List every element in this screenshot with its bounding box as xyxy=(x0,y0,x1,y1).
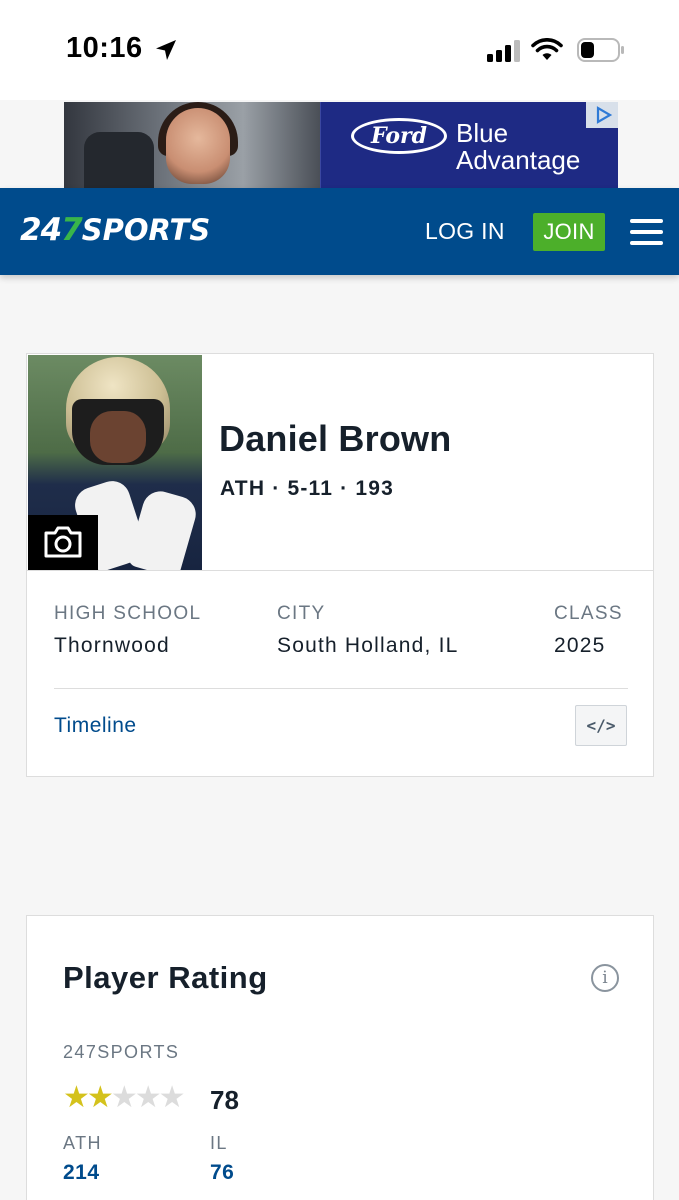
join-button[interactable]: JOIN xyxy=(533,213,605,251)
player-rating-card: Player Rating i 247SPORTS ★★★★★ 78 ATH 2… xyxy=(26,915,654,1200)
divider xyxy=(54,688,628,689)
info-icon[interactable]: i xyxy=(591,964,619,992)
ad-photo xyxy=(64,102,320,188)
login-link[interactable]: LOG IN xyxy=(425,218,505,245)
status-time: 10:16 xyxy=(66,32,143,64)
camera-icon[interactable] xyxy=(28,515,98,571)
ford-logo: Ford xyxy=(351,118,447,154)
cellular-signal-icon xyxy=(487,40,520,62)
star-empty-icon: ★ xyxy=(110,1081,138,1114)
logo-part: 7 xyxy=(61,212,83,248)
battery-icon xyxy=(577,38,624,62)
ad-banner[interactable]: Ford Blue Advantage xyxy=(64,102,618,188)
ad-text-line2: Advantage xyxy=(456,145,581,175)
logo-part: 24 xyxy=(20,212,62,248)
adchoices-icon[interactable] xyxy=(586,102,618,128)
ad-text: Blue Advantage xyxy=(456,120,580,174)
star-filled-icon: ★ xyxy=(86,1081,114,1114)
position-rank-label: ATH xyxy=(63,1133,102,1153)
wifi-icon xyxy=(531,38,563,60)
logo-part: SPORTS xyxy=(81,213,211,247)
city-label: CITY xyxy=(277,603,326,624)
star-rating: ★★★★★ xyxy=(63,1081,186,1114)
status-bar: 10:16 xyxy=(0,0,679,100)
site-header: 247SPORTS LOG IN JOIN xyxy=(0,188,679,275)
rating-score: 78 xyxy=(210,1085,239,1115)
high-school-label: HIGH SCHOOL xyxy=(54,603,202,624)
state-rank-value[interactable]: 76 xyxy=(210,1161,234,1185)
position-rank-value[interactable]: 214 xyxy=(63,1161,100,1185)
star-empty-icon: ★ xyxy=(134,1081,162,1114)
class-value: 2025 xyxy=(554,634,606,657)
player-profile-card: Daniel Brown ATH · 5-11 · 193 HIGH SCHOO… xyxy=(26,353,654,777)
ad-text-line1: Blue xyxy=(456,118,509,148)
city-value: South Holland, IL xyxy=(277,634,459,657)
class-label: CLASS xyxy=(554,603,623,624)
hamburger-menu-icon[interactable] xyxy=(630,219,663,245)
player-photo[interactable] xyxy=(28,355,202,571)
divider xyxy=(27,570,653,571)
player-name: Daniel Brown xyxy=(219,418,452,459)
rating-source-label: 247SPORTS xyxy=(63,1042,180,1062)
star-empty-icon: ★ xyxy=(158,1081,186,1114)
site-logo[interactable]: 247SPORTS xyxy=(20,212,210,248)
high-school-value: Thornwood xyxy=(54,634,170,657)
state-rank-label: IL xyxy=(210,1133,228,1153)
player-rating-title: Player Rating xyxy=(63,960,268,995)
code-embed-icon[interactable]: </> xyxy=(575,705,627,746)
star-filled-icon: ★ xyxy=(63,1081,90,1114)
player-meta: ATH · 5-11 · 193 xyxy=(220,477,395,500)
timeline-link[interactable]: Timeline xyxy=(54,714,137,738)
location-arrow-icon xyxy=(156,40,176,60)
